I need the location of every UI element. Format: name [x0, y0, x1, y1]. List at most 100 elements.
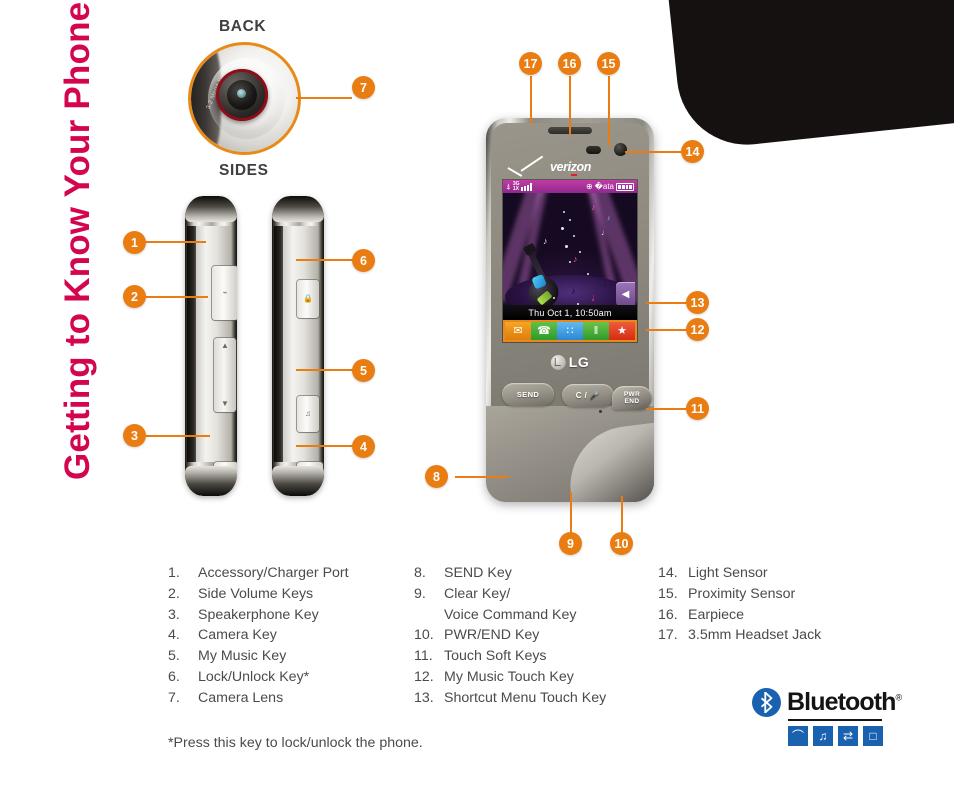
legend-number: 16.: [658, 606, 678, 623]
lock-icon: 🔒: [303, 294, 313, 303]
back-view-caption: BACK: [219, 18, 267, 35]
legend-label: Proximity Sensor: [688, 585, 796, 602]
speaker-icon: 🕪: [223, 470, 229, 479]
callout-badge-9: 9: [559, 532, 582, 555]
wallpaper-sparkle: [573, 235, 575, 237]
legend-label: Camera Lens: [198, 689, 284, 706]
soft-key-messaging[interactable]: ✉: [505, 322, 531, 340]
legend-column-2: 8. SEND Key 9. Clear Key/ Voice Command Ke…: [414, 565, 654, 711]
legend-item: 13. Shortcut Menu Touch Key: [414, 690, 654, 706]
light-sensor: [614, 143, 627, 156]
leader-line-17: [530, 76, 532, 124]
leader-line-4: [296, 445, 354, 447]
accessory-charger-port: ⌁: [212, 266, 237, 320]
back-camera-illustration: 3.2 Mega Pixels: [188, 42, 301, 155]
soft-key-main-menu[interactable]: ∷: [557, 322, 583, 340]
legend-label: Earpiece: [688, 606, 744, 623]
usb-icon: ⌁: [222, 288, 228, 297]
callout-badge-10: 10: [610, 532, 633, 555]
bluetooth-divider: [788, 719, 882, 721]
clear-voice-command-key: C / 🎤: [562, 384, 614, 407]
legend-column-3: 14. Light Sensor 15. Proximity Sensor 16. E…: [658, 565, 878, 648]
soft-key-recent-calls[interactable]: ☎: [531, 322, 557, 340]
wallpaper-sparkle: [569, 219, 571, 221]
legend-label: Speakerphone Key: [198, 606, 319, 623]
callout-badge-12: 12: [686, 318, 709, 341]
wallpaper-note: ♩: [591, 292, 602, 304]
verizon-logo: verizon: [508, 158, 626, 176]
page-title: Getting to Know Your Phone: [58, 1, 97, 480]
print-profile-icon: □: [863, 726, 883, 746]
camera-icon: ◎: [306, 472, 314, 481]
volume-up-icon: ▲: [221, 341, 229, 350]
legend-number: 9.: [414, 585, 426, 602]
bluetooth-word: Bluetooth: [787, 688, 896, 716]
wallpaper-sparkle: [563, 211, 565, 213]
volume-down-icon: ▼: [221, 399, 229, 408]
network-indicator: 3G 1X: [512, 181, 520, 192]
wallpaper-sparkle: [561, 227, 564, 230]
leader-line-11: [646, 408, 686, 410]
soft-key-contacts[interactable]: ‖: [583, 322, 609, 340]
legend-item: 17. 3.5mm Headset Jack: [658, 627, 878, 643]
lg-wordmark: LG: [568, 354, 590, 370]
callout-badge-17: 17: [519, 52, 542, 75]
legend-number: 2.: [168, 585, 180, 602]
lg-mark-icon: [550, 354, 566, 370]
legend-number: 3.: [168, 606, 180, 623]
left-side-dark-edge: [187, 226, 196, 462]
soft-key-favorites[interactable]: ★: [609, 322, 635, 340]
legend-item: 15. Proximity Sensor: [658, 586, 878, 602]
network-1x-label: 1X: [512, 185, 519, 192]
legend-item: 1. Accessory/Charger Port: [168, 565, 398, 581]
callout-badge-14: 14: [681, 140, 704, 163]
status-bar: ⍋ 3G 1X ⊕ �ata: [503, 180, 637, 193]
legend-number: 7.: [168, 689, 180, 706]
leader-line-8: [455, 476, 509, 478]
gps-icon: ⊕: [585, 181, 593, 191]
leader-line-5: [296, 369, 354, 371]
legend-label: Touch Soft Keys: [444, 648, 547, 665]
decorative-corner-blob: [665, 0, 954, 152]
legend-number: 13.: [414, 689, 434, 706]
legend-number: 12.: [414, 668, 434, 685]
send-key: SEND: [502, 383, 554, 406]
leader-line-14: [625, 151, 681, 153]
legend-item: 3. Speakerphone Key: [168, 607, 398, 623]
legend-number: 10.: [414, 627, 434, 644]
legend-label: Lock/Unlock Key*: [198, 668, 310, 685]
sides-view-caption: SIDES: [219, 162, 269, 179]
legend-label: 3.5mm Headset Jack: [688, 627, 822, 644]
wallpaper-sparkle: [553, 297, 555, 299]
legend-number: 1.: [168, 565, 180, 581]
legend-number: 5.: [168, 648, 180, 665]
battery-icon: [616, 182, 634, 191]
wallpaper-sparkle: [579, 251, 581, 253]
right-side-dark-edge: [274, 226, 283, 462]
legend-item: 5. My Music Key: [168, 648, 398, 664]
file-transfer-profile-icon: ⇄: [838, 726, 858, 746]
leader-line-9: [570, 492, 572, 537]
camera-key: ◎: [297, 462, 323, 492]
leader-line-2: [146, 296, 208, 298]
music-note-icon: ♫: [305, 409, 311, 418]
leader-line-12: [646, 329, 686, 331]
legend-label: My Music Key: [198, 648, 287, 665]
legend-label: SEND Key: [444, 565, 512, 581]
leader-line-16: [569, 76, 571, 135]
phone-screen[interactable]: ⍋ 3G 1X ⊕ �ata ♪ ♪ ♩ ♪ ♪ ♪ ♩ ♪ ♩ ◀ Thu O…: [503, 180, 637, 342]
callout-badge-4: 4: [352, 435, 375, 458]
signal-icon: ⍋: [506, 181, 511, 191]
wallpaper-sparkle: [587, 273, 589, 275]
page-root: Getting to Know Your Phone BACK SIDES 3.…: [0, 0, 954, 796]
legend-item: 2. Side Volume Keys: [168, 586, 398, 602]
touch-soft-keys[interactable]: ✉ ☎ ∷ ‖ ★: [503, 320, 637, 342]
wallpaper-note: ♪: [571, 286, 576, 296]
legend-number: 6.: [168, 668, 180, 685]
callout-badge-5: 5: [352, 359, 375, 382]
shortcut-menu-touch-key[interactable]: ◀: [616, 282, 635, 306]
lock-unlock-key: 🔒: [297, 280, 319, 318]
pwr-label: PWR: [623, 390, 641, 398]
callout-badge-3: 3: [123, 424, 146, 447]
legend-number: 14.: [658, 565, 678, 581]
